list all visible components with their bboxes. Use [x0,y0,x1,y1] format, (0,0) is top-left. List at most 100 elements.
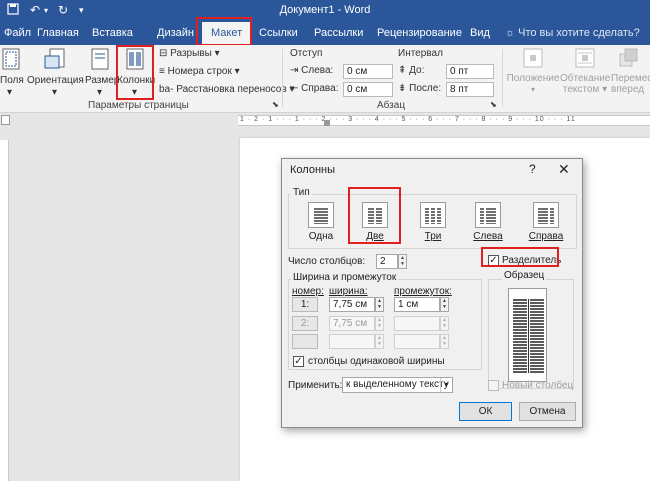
preset-left[interactable]: Слева [471,202,505,242]
orientation-button[interactable]: Ориентация [27,48,84,86]
tab-insert[interactable]: Вставка [92,27,133,39]
three-columns-icon [420,202,446,228]
paragraph-group-label: Абзац [377,100,406,111]
ok-button[interactable]: ОК [459,402,512,421]
line-numbers-button[interactable]: ≡ Номера строк ▾ [159,66,240,77]
chevron-down-icon: ▾ [440,378,452,392]
spacing-heading: Интервал [398,48,443,59]
columns-dialog: Колонны ? ✕ Тип Одна Две Три Слева Справ… [281,158,583,428]
dialog-title: Колонны [290,164,335,176]
num-columns-spinner[interactable]: ▲ ▼ [398,254,407,269]
breaks-icon: ⊟ [159,48,171,59]
cancel-button[interactable]: Отмена [519,402,576,421]
tab-review[interactable]: Рецензирование [377,27,462,39]
apply-label: Применить: [288,380,343,391]
position-icon [506,48,560,71]
sample-label: Образец [502,270,547,281]
right-columns-icon [533,202,559,228]
columns-button[interactable]: Колонки [117,48,155,86]
tab-view[interactable]: Вид [470,27,490,39]
indent-left-label: ⇥ Слева: [290,65,334,76]
equal-width-checkbox[interactable]: ✓ [293,356,304,367]
col-spacing-input[interactable] [394,316,440,331]
col-index [292,334,318,349]
indent-marker-icon[interactable] [324,120,330,126]
preset-one[interactable]: Одна [304,202,338,242]
tab-mailings[interactable]: Рассылки [314,27,363,39]
tab-file[interactable]: Файл [4,27,31,39]
preset-two[interactable]: Две [358,202,392,242]
new-column-checkbox[interactable] [488,380,499,391]
page-setup-launcher-icon[interactable]: ⬊ [272,100,279,109]
separator-checkbox[interactable]: ✓ [488,255,499,266]
group-separator [502,49,503,107]
two-columns-icon [362,202,388,228]
tab-layout[interactable]: Макет [202,22,252,45]
one-column-icon [308,202,334,228]
col-width-input[interactable]: 7,75 см [329,316,375,331]
col-spacing-spinner[interactable]: ▲ ▼ [440,297,449,312]
spacing-before-icon: ⇞ [398,65,410,76]
left-columns-icon [475,202,501,228]
line-numbers-icon: ≡ [159,66,168,77]
margins-icon [0,48,22,73]
document-title: Документ1 - Word [279,4,371,16]
size-dropdown-icon[interactable]: ▾ [97,87,102,98]
col-width-header: ширина: [329,286,368,297]
col-width-spinner[interactable]: ▲ ▼ [375,334,384,349]
col-width-input[interactable] [329,334,375,349]
title-bar: ↶ ▾ ↻ ▾ Документ1 - Word [0,0,650,22]
indent-right-label: ⇤ Справа: [290,83,339,94]
ribbon-tabs: Файл Главная Вставка Дизайн Макет Ссылки… [0,22,650,45]
preset-right[interactable]: Справа [526,202,566,242]
paragraph-launcher-icon[interactable]: ⬊ [490,100,497,109]
orientation-icon [27,48,83,73]
margins-button[interactable]: Поля [0,48,24,86]
col-index: 2: [292,316,318,331]
col-width-spinner[interactable]: ▲ ▼ [375,297,384,312]
ruler-area: 1 · 2 · 1 · · · 1 · · · 2 · · · 3 · · · … [0,114,650,128]
tab-design[interactable]: Дизайн [157,27,194,39]
group-separator [282,49,283,107]
tell-me-search[interactable]: ☼ Что вы хотите сделать? [505,27,640,39]
breaks-button[interactable]: ⊟ Разрывы ▾ [159,48,220,59]
help-icon[interactable]: ? [529,162,536,176]
col-spacing-spinner[interactable]: ▲ ▼ [440,334,449,349]
col-width-input[interactable]: 7,75 см [329,297,375,312]
col-spacing-input[interactable]: 1 см [394,297,440,312]
new-column-label: Новый столбец [502,380,574,391]
spacing-before-input[interactable]: 0 пт [446,64,494,79]
lightbulb-icon: ☼ [505,27,519,39]
spacing-after-input[interactable]: 8 пт [446,82,494,97]
equal-width-label: столбцы одинаковой ширины [308,356,445,367]
col-spacing-spinner[interactable]: ▲ ▼ [440,316,449,331]
hyphenation-button[interactable]: ba- Расстановка переносов ▾ [159,84,294,95]
apply-to-select[interactable]: к выделенному тексту ▾ [342,377,453,393]
margins-dropdown-icon[interactable]: ▾ [7,87,12,98]
close-icon[interactable]: ✕ [558,161,570,178]
wrap-text-button[interactable]: Обтекание текстом ▾ [560,48,610,95]
num-columns-label: Число столбцов: [288,256,366,267]
preset-three[interactable]: Три [416,202,450,242]
orientation-dropdown-icon[interactable]: ▾ [52,87,57,98]
tab-selector-icon[interactable] [1,115,10,125]
columns-dropdown-icon[interactable]: ▾ [132,87,137,98]
tab-references[interactable]: Ссылки [259,27,298,39]
position-button[interactable]: Положение ▾ [506,48,560,95]
page-setup-group-label: Параметры страницы [88,100,189,111]
ribbon: Поля Ориентация Размер Колонки ▾ ▾ ▾ ▾ ⊟… [0,45,650,113]
size-icon [85,48,115,73]
tab-home[interactable]: Главная [37,27,79,39]
bring-forward-button[interactable]: Переместивперед [611,48,650,95]
col-index: 1: [292,297,318,312]
size-button[interactable]: Размер [85,48,119,86]
indent-left-input[interactable]: 0 см [343,64,393,79]
col-spacing-input[interactable] [394,334,440,349]
wrap-text-icon [560,48,610,71]
indent-right-input[interactable]: 0 см [343,82,393,97]
col-width-spinner[interactable]: ▲ ▼ [375,316,384,331]
num-columns-input[interactable]: 2 [376,254,398,269]
separator-label: Разделитель [502,255,562,266]
horizontal-ruler[interactable]: 1 · 2 · 1 · · · 1 · · · 2 · · · 3 · · · … [238,115,650,126]
sample-preview [508,288,547,382]
